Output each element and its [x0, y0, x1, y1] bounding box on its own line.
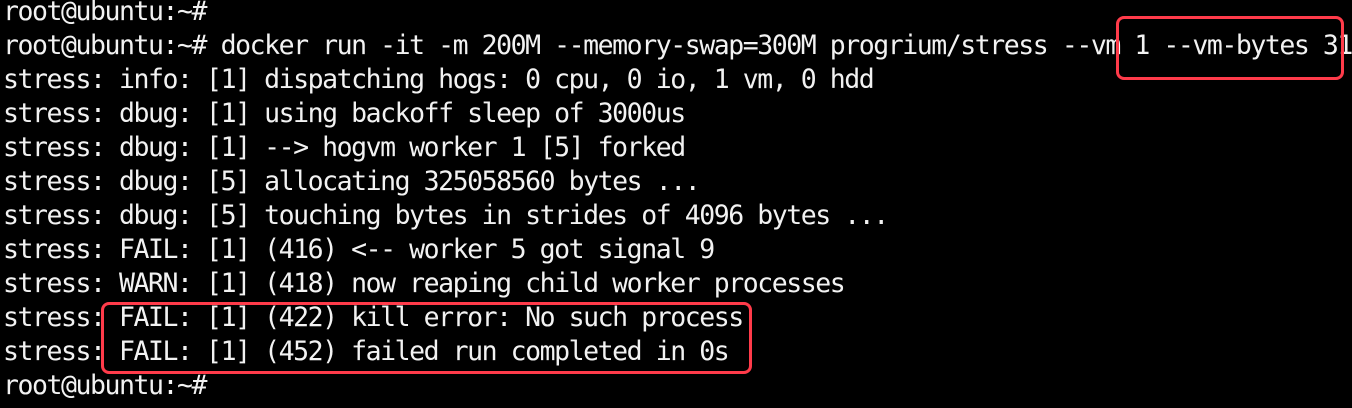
terminal-line-output: stress: FAIL: [1] (416) <-- worker 5 got… — [3, 234, 715, 265]
terminal-line-output: stress: info: [1] dispatching hogs: 0 cp… — [3, 64, 875, 95]
terminal-line-output: stress: FAIL: [1] (452) failed run compl… — [3, 336, 730, 367]
terminal-line-output: stress: dbug: [5] touching bytes in stri… — [3, 200, 889, 231]
terminal-window[interactable]: root@ubuntu:~# root@ubuntu:~# docker run… — [0, 0, 1352, 408]
terminal-line-output: stress: WARN: [1] (418) now reaping chil… — [3, 268, 846, 299]
terminal-line-output: stress: dbug: [1] --> hogvm worker 1 [5]… — [3, 132, 686, 163]
terminal-line-output: stress: FAIL: [1] (422) kill error: No s… — [3, 302, 744, 333]
terminal-line-output: stress: dbug: [5] allocating 325058560 b… — [3, 166, 701, 197]
terminal-line-prompt: root@ubuntu:~# — [3, 370, 208, 401]
terminal-line-command: root@ubuntu:~# docker run -it -m 200M --… — [3, 30, 1352, 61]
terminal-line-output: stress: dbug: [1] using backoff sleep of… — [3, 98, 686, 129]
terminal-line-prompt: root@ubuntu:~# — [3, 0, 208, 27]
